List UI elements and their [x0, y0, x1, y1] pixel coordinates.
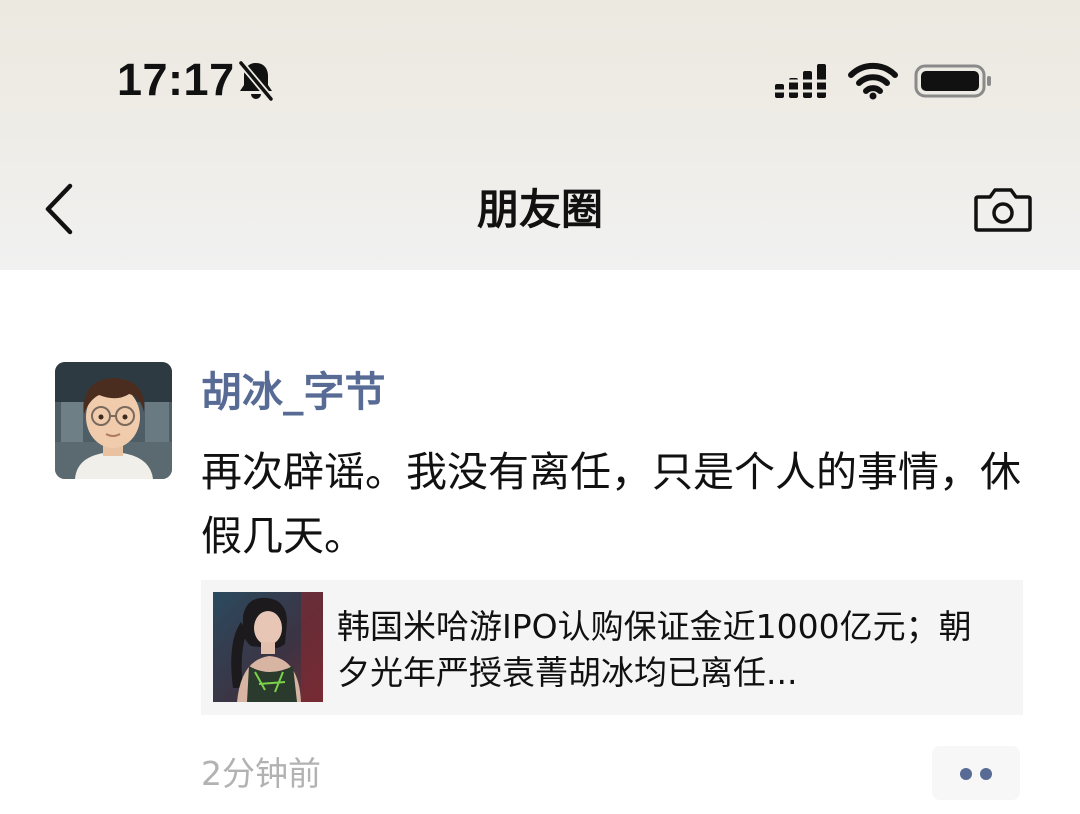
camera-icon[interactable] — [972, 183, 1034, 235]
shared-link-card[interactable]: 韩国米哈游IPO认购保证金近1000亿元；朝夕光年严授袁菁胡冰均已离任... — [201, 580, 1023, 715]
page-title: 朋友圈 — [476, 185, 603, 234]
link-thumbnail — [213, 592, 323, 702]
post-username[interactable]: 胡冰_字节 — [201, 366, 386, 418]
post-text: 再次辟谣。我没有离任，只是个人的事情，休假几天。 — [201, 448, 1021, 560]
dot — [960, 768, 972, 780]
link-title: 韩国米哈游IPO认购保证金近1000亿元；朝夕光年严授袁菁胡冰均已离任... — [337, 607, 972, 692]
cellular-signal-icon — [773, 64, 831, 98]
top-header: 17:17 朋友圈 — [0, 0, 1080, 270]
bell-slash-icon — [238, 60, 274, 102]
more-dots-icon[interactable] — [932, 746, 1020, 800]
status-time: 17:17 — [117, 54, 235, 105]
wifi-icon — [848, 62, 898, 100]
post-timestamp: 2分钟前 — [201, 754, 321, 793]
avatar[interactable] — [55, 362, 172, 479]
dot — [980, 768, 992, 780]
battery-icon — [914, 64, 991, 98]
